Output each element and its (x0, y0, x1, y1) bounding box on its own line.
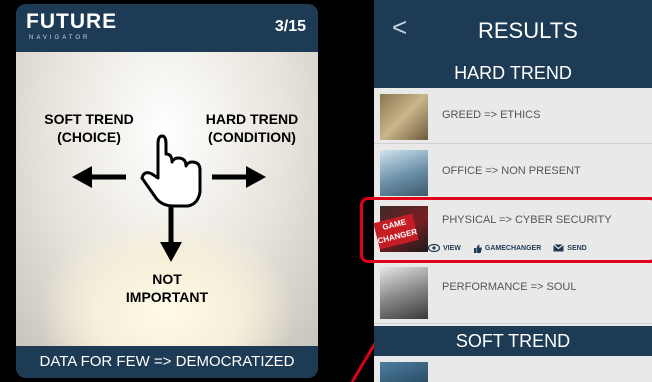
swipe-left-arrow-icon (72, 166, 126, 188)
trend-card[interactable]: SOFT TREND (CHOICE) HARD TREND (CONDITIO… (16, 52, 318, 347)
result-label: PERFORMANCE => SOUL (442, 281, 577, 293)
app-logo-subtitle: NAVIGATOR (29, 35, 91, 41)
swipe-right-arrow-icon (212, 166, 266, 188)
result-thumbnail (380, 150, 428, 196)
trend-title: DATA FOR FEW => DEMOCRATIZED (16, 346, 318, 378)
result-row[interactable]: PERFORMANCE => SOUL (374, 261, 652, 324)
back-button[interactable]: < (392, 12, 407, 43)
result-label: OFFICE => NON PRESENT (442, 165, 581, 177)
result-row[interactable] (374, 356, 652, 382)
highlight-box (360, 197, 652, 263)
results-screen: < RESULTS HARD TREND GREED => ETHICS OFF… (374, 0, 652, 382)
swipe-gesture-graphic (72, 134, 266, 262)
result-thumbnail (380, 267, 428, 319)
hand-pointer-icon (140, 134, 202, 208)
section-hard-trend: HARD TREND (374, 58, 652, 88)
result-thumbnail (380, 362, 428, 382)
result-label: GREED => ETHICS (442, 109, 541, 121)
section-soft-trend: SOFT TREND (374, 326, 652, 356)
card-counter: 3/15 (274, 18, 306, 35)
swipe-screen: FUTURE NAVIGATOR 3/15 SOFT TREND (CHOICE… (16, 4, 318, 378)
result-thumbnail (380, 94, 428, 140)
app-logo: FUTURE (26, 10, 118, 33)
swipe-down-arrow-icon (160, 207, 182, 262)
results-header: < RESULTS (374, 0, 652, 58)
result-row[interactable]: GREED => ETHICS (374, 88, 652, 144)
page-title: RESULTS (478, 18, 578, 43)
header: FUTURE NAVIGATOR 3/15 (16, 4, 318, 52)
result-row[interactable]: OFFICE => NON PRESENT (374, 144, 652, 200)
